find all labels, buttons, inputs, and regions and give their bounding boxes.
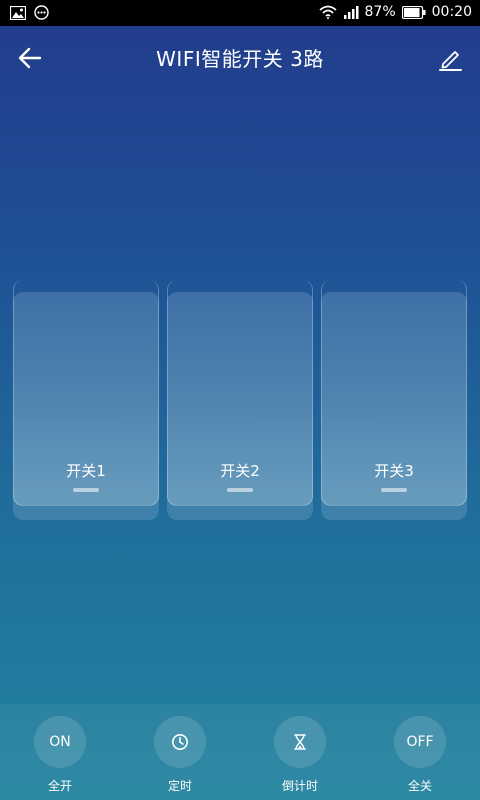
- switch-indicator: [227, 488, 253, 492]
- switch-3[interactable]: 开关3: [321, 280, 467, 520]
- notification-icon: [34, 5, 49, 20]
- hourglass-icon: [274, 716, 326, 768]
- all-on-button[interactable]: ON 全开: [10, 716, 110, 796]
- pencil-icon: [436, 51, 464, 76]
- app-screen: 87% 00:20 WIFI智能开关 3路 开关1 开关2 开关3 ON 全开 …: [0, 0, 480, 800]
- timer-label: 定时: [167, 779, 192, 793]
- status-bar: 87% 00:20: [0, 0, 480, 26]
- countdown-button[interactable]: 倒计时: [250, 716, 350, 796]
- signal-icon: [343, 5, 359, 19]
- page-title: WIFI智能开关 3路: [156, 47, 324, 71]
- clock-time: 00:20: [431, 4, 472, 20]
- switch-indicator: [381, 488, 407, 492]
- switch-2[interactable]: 开关2: [167, 280, 313, 520]
- app-bar: WIFI智能开关 3路: [0, 26, 480, 88]
- switch-1[interactable]: 开关1: [13, 280, 159, 520]
- all-off-label: 全关: [407, 779, 432, 793]
- switch-indicator: [73, 488, 99, 492]
- battery-icon: [401, 5, 426, 19]
- on-icon: ON: [34, 716, 86, 768]
- switch-label: 开关2: [220, 462, 260, 480]
- switch-label: 开关3: [374, 462, 414, 480]
- all-off-button[interactable]: OFF 全关: [370, 716, 470, 796]
- gallery-icon: [10, 5, 26, 20]
- bottom-action-bar: ON 全开 定时 倒计时 OFF 全关: [0, 704, 480, 800]
- battery-percent: 87%: [364, 4, 396, 20]
- timer-button[interactable]: 定时: [130, 716, 230, 796]
- edit-button[interactable]: [436, 44, 464, 72]
- clock-icon: [154, 716, 206, 768]
- countdown-label: 倒计时: [281, 779, 318, 793]
- off-icon: OFF: [394, 716, 446, 768]
- all-on-label: 全开: [47, 779, 72, 793]
- wifi-icon: [318, 5, 337, 19]
- switch-label: 开关1: [66, 462, 106, 480]
